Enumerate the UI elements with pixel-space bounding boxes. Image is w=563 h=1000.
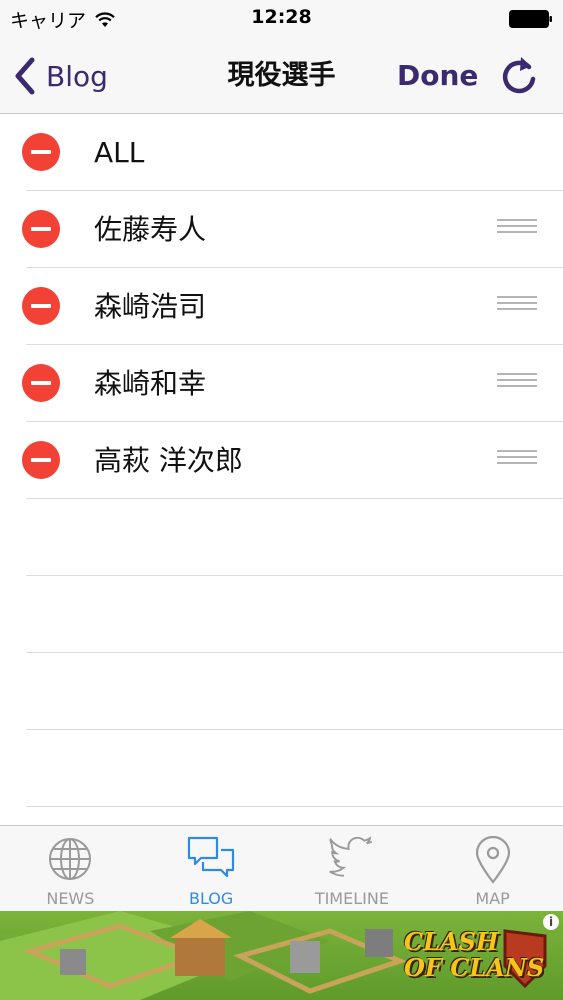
reorder-handle-icon[interactable] (497, 373, 537, 393)
status-bar: キャリア 12:28 (0, 0, 563, 38)
tab-news[interactable]: NEWS (0, 826, 141, 911)
map-pin-icon (475, 836, 510, 884)
tab-label: TIMELINE (314, 889, 389, 908)
list-item-label: 高萩 洋次郎 (94, 444, 243, 477)
empty-row (0, 730, 563, 807)
delete-minus-icon[interactable] (22, 210, 60, 248)
list-item-label: 佐藤寿人 (94, 213, 207, 246)
list-item: 高萩 洋次郎 (0, 422, 563, 499)
list-item: 森崎浩司 (0, 268, 563, 345)
tab-timeline[interactable]: TIMELINE (282, 826, 423, 911)
empty-row (0, 653, 563, 730)
tab-bar: NEWS BLOG TIMELINE MAP (0, 825, 563, 911)
globe-icon (49, 838, 92, 880)
delete-minus-icon[interactable] (22, 133, 60, 171)
back-button[interactable]: Blog (12, 38, 108, 114)
list-item: 森崎和幸 (0, 345, 563, 422)
delete-minus-icon[interactable] (22, 364, 60, 402)
status-time: 12:28 (251, 6, 312, 28)
list-item-label: 森崎浩司 (94, 290, 207, 323)
tab-label: BLOG (188, 889, 234, 908)
empty-row (0, 576, 563, 653)
list-item: 佐藤寿人 (0, 191, 563, 268)
ad-logo-line1: CLASH (404, 927, 499, 956)
twitter-bird-icon (329, 836, 373, 877)
reorder-handle-icon[interactable] (497, 450, 537, 470)
tab-label: NEWS (46, 889, 95, 908)
refresh-icon[interactable] (499, 55, 539, 97)
back-button-label: Blog (46, 59, 108, 93)
reorder-handle-icon[interactable] (497, 296, 537, 316)
tab-label: MAP (475, 889, 510, 908)
tab-blog[interactable]: BLOG (141, 826, 282, 911)
delete-minus-icon[interactable] (22, 287, 60, 325)
ad-info-icon[interactable]: i (543, 914, 559, 930)
ad-banner[interactable]: CLASH OF CLANS i (0, 911, 563, 1000)
list-item-all: ALL (0, 114, 563, 191)
battery-icon (509, 10, 552, 28)
reorder-handle-icon[interactable] (497, 219, 537, 239)
chat-bubbles-icon (188, 836, 235, 878)
list-item-label: 森崎和幸 (94, 367, 207, 400)
back-chevron-icon (15, 57, 35, 95)
list-item-label: ALL (94, 136, 145, 169)
done-button[interactable]: Done (397, 38, 478, 114)
tab-map[interactable]: MAP (422, 826, 563, 911)
ad-logo-line2: OF CLANS (404, 953, 545, 982)
navigation-bar: Blog 現役選手 Done (0, 38, 563, 114)
player-list: ALL 佐藤寿人 森崎浩司 森崎和幸 高萩 洋次郎 (0, 114, 563, 807)
delete-minus-icon[interactable] (22, 441, 60, 479)
ad-logo: CLASH OF CLANS (404, 929, 544, 981)
empty-row (0, 499, 563, 576)
